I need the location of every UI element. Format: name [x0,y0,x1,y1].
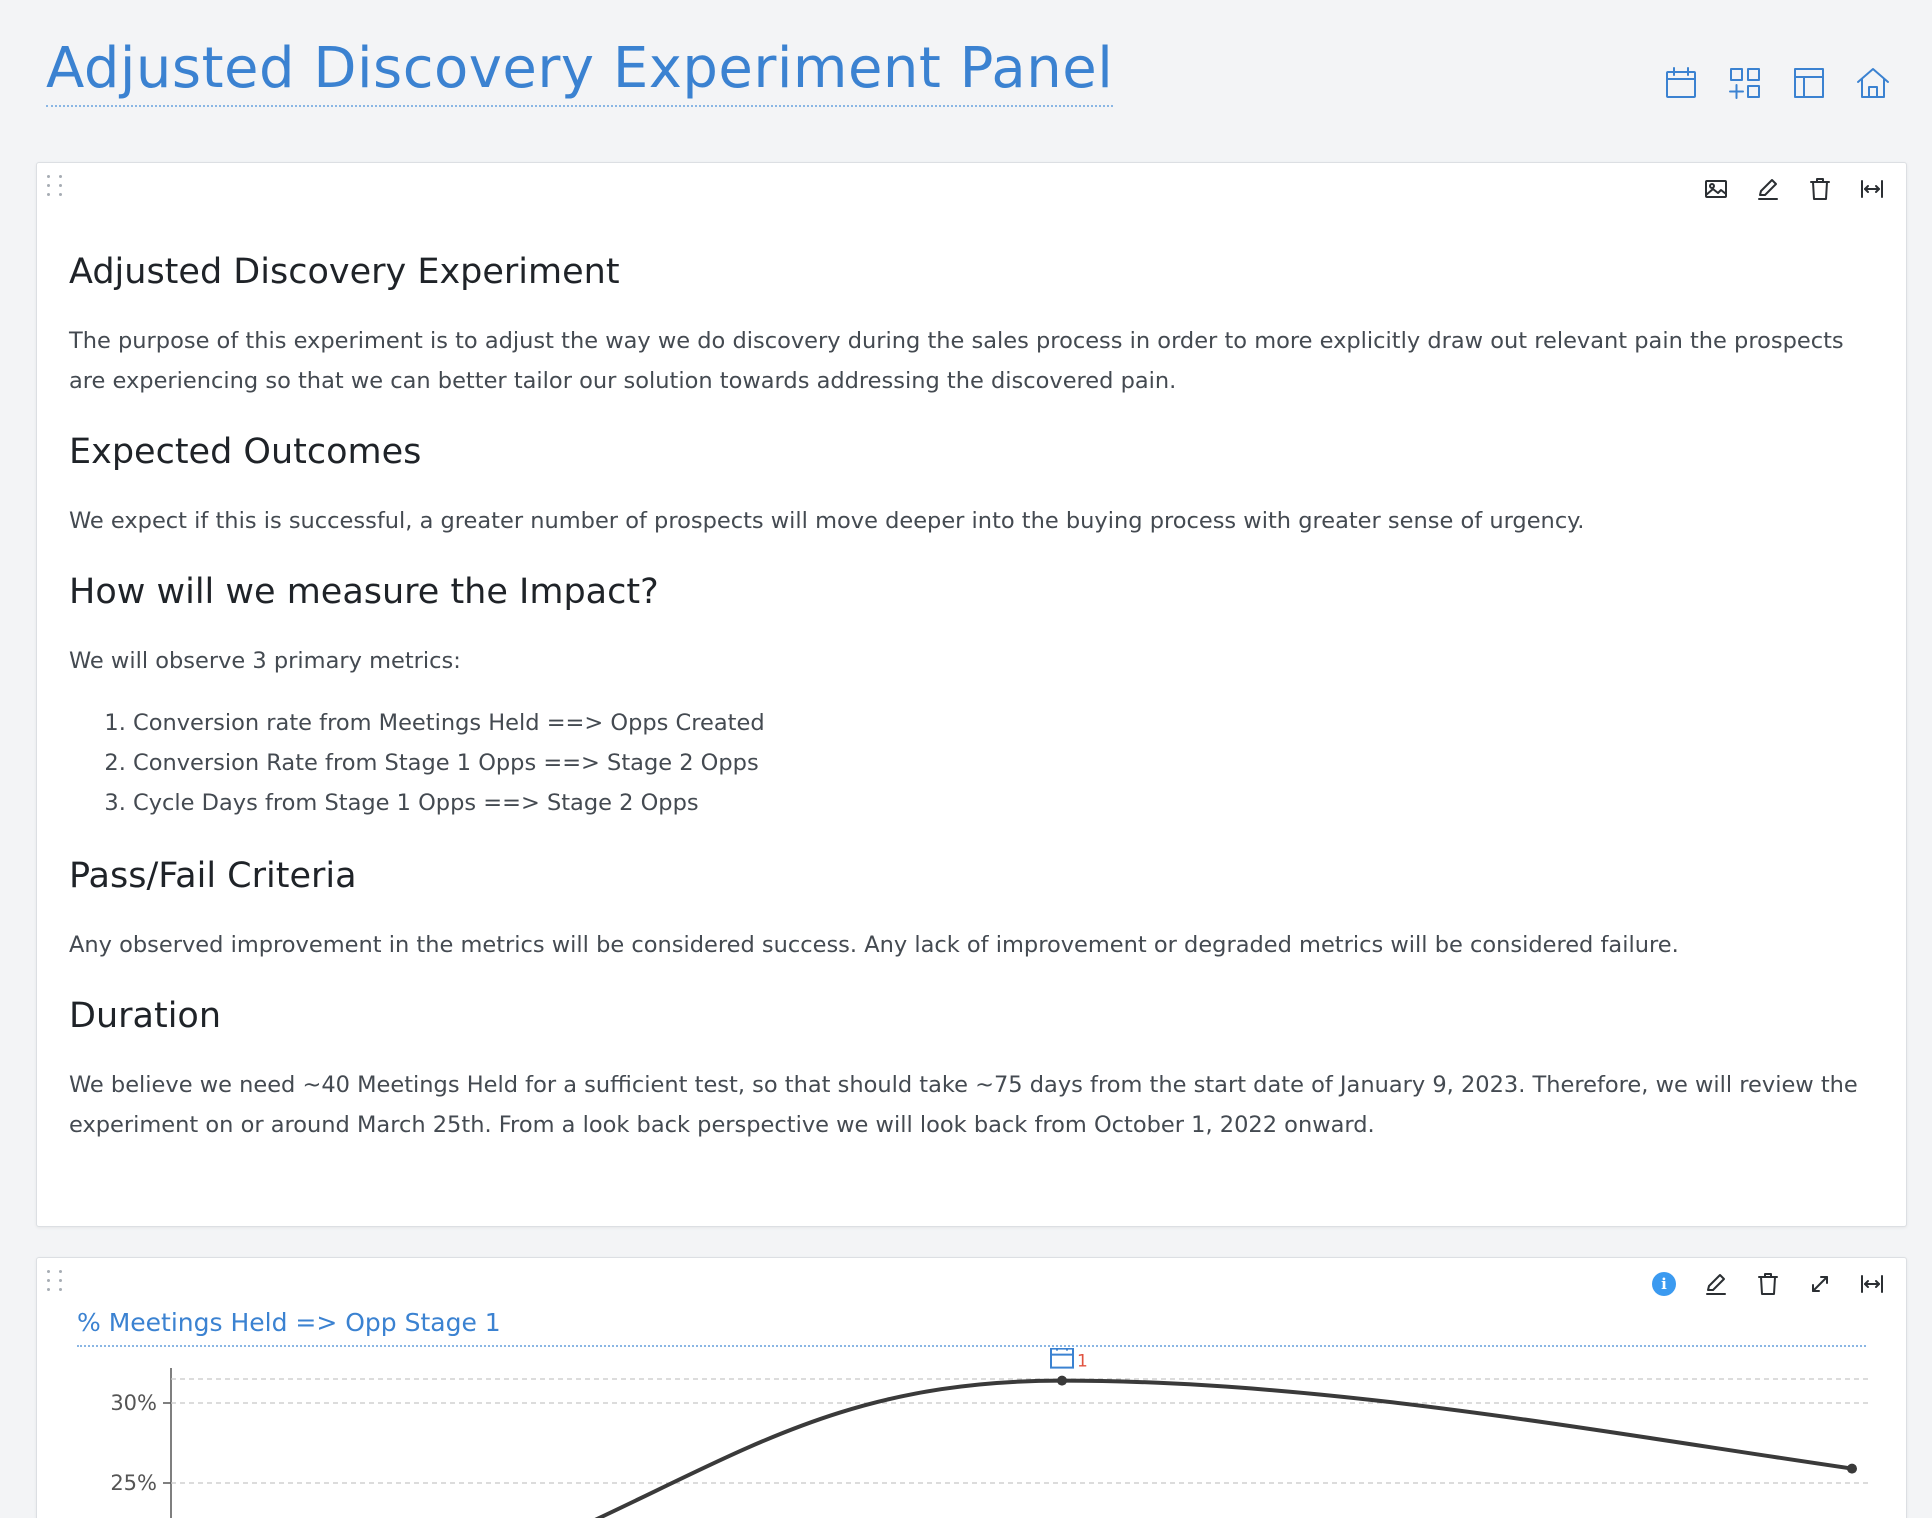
edit-icon [1758,179,1778,200]
home-icon [1857,68,1889,98]
panel-toolbar [1702,175,1886,203]
y-tick-label: 25% [110,1471,157,1495]
calendar-button[interactable] [1662,64,1700,102]
duration-heading: Duration [69,996,222,1036]
insert-image-button[interactable] [1702,175,1730,203]
delete-button[interactable] [1806,175,1834,203]
info-button[interactable]: i [1650,1270,1678,1298]
home-button[interactable] [1854,64,1892,102]
fit-width-button[interactable] [1858,1270,1886,1298]
fit-width-icon [1861,180,1883,198]
metrics-list: Conversion rate from Meetings Held ==> O… [133,703,1870,823]
expected-outcomes-text: We expect if this is successful, a great… [69,508,1585,534]
list-item: Conversion rate from Meetings Held ==> O… [133,703,1870,743]
layout-button[interactable] [1790,64,1828,102]
experiment-text-panel: Adjusted Discovery Experiment The purpos… [36,162,1907,1227]
page-header: Adjusted Discovery Experiment Panel [46,30,1892,110]
annotation-count: 1 [1077,1352,1088,1372]
trash-icon [1810,178,1830,200]
duration-text: We believe we need ~40 Meetings Held for… [69,1072,1858,1138]
drag-handle[interactable] [45,173,63,199]
edit-button[interactable] [1702,1270,1730,1298]
line-chart: 30% 25% 1 [110,1348,1869,1518]
add-widget-button[interactable] [1726,64,1764,102]
fit-width-icon [1861,1275,1883,1293]
calendar-icon [1666,67,1696,98]
image-icon [1705,180,1727,198]
y-tick-label: 30% [110,1391,157,1415]
doc-heading: Adjusted Discovery Experiment [69,252,620,292]
chart-title: % Meetings Held => Opp Stage 1 [77,1308,1866,1347]
info-icon: i [1652,1272,1676,1296]
page-title: Adjusted Discovery Experiment Panel [46,36,1114,107]
pass-fail-heading: Pass/Fail Criteria [69,856,357,896]
experiment-document: Adjusted Discovery Experiment The purpos… [69,251,1870,1175]
edit-icon [1706,1274,1726,1295]
measure-impact-text: We will observe 3 primary metrics: [69,648,461,674]
series-line [594,1378,1853,1518]
layout-icon [1794,68,1824,98]
chart-toolbar: i [1650,1270,1886,1298]
data-point [1847,1463,1857,1474]
chart-panel: i % Meetings Held => Opp Stage 1 30% 25% 1 [36,1257,1907,1518]
measure-impact-heading: How will we measure the Impact? [69,572,659,612]
trash-icon [1758,1273,1778,1295]
edit-button[interactable] [1754,175,1782,203]
calendar-icon[interactable] [1050,1348,1074,1369]
pass-fail-text: Any observed improvement in the metrics … [69,932,1679,958]
delete-button[interactable] [1754,1270,1782,1298]
expand-icon [1812,1276,1828,1292]
intro-paragraph: The purpose of this experiment is to adj… [69,328,1844,394]
list-item: Conversion Rate from Stage 1 Opps ==> St… [133,743,1870,783]
data-point [1057,1375,1067,1386]
expand-button[interactable] [1806,1270,1834,1298]
add-widget-icon [1729,68,1760,99]
expected-outcomes-heading: Expected Outcomes [69,432,422,472]
fit-width-button[interactable] [1858,175,1886,203]
drag-handle[interactable] [45,1268,63,1294]
header-actions [1662,64,1892,102]
list-item: Cycle Days from Stage 1 Opps ==> Stage 2… [133,783,1870,823]
